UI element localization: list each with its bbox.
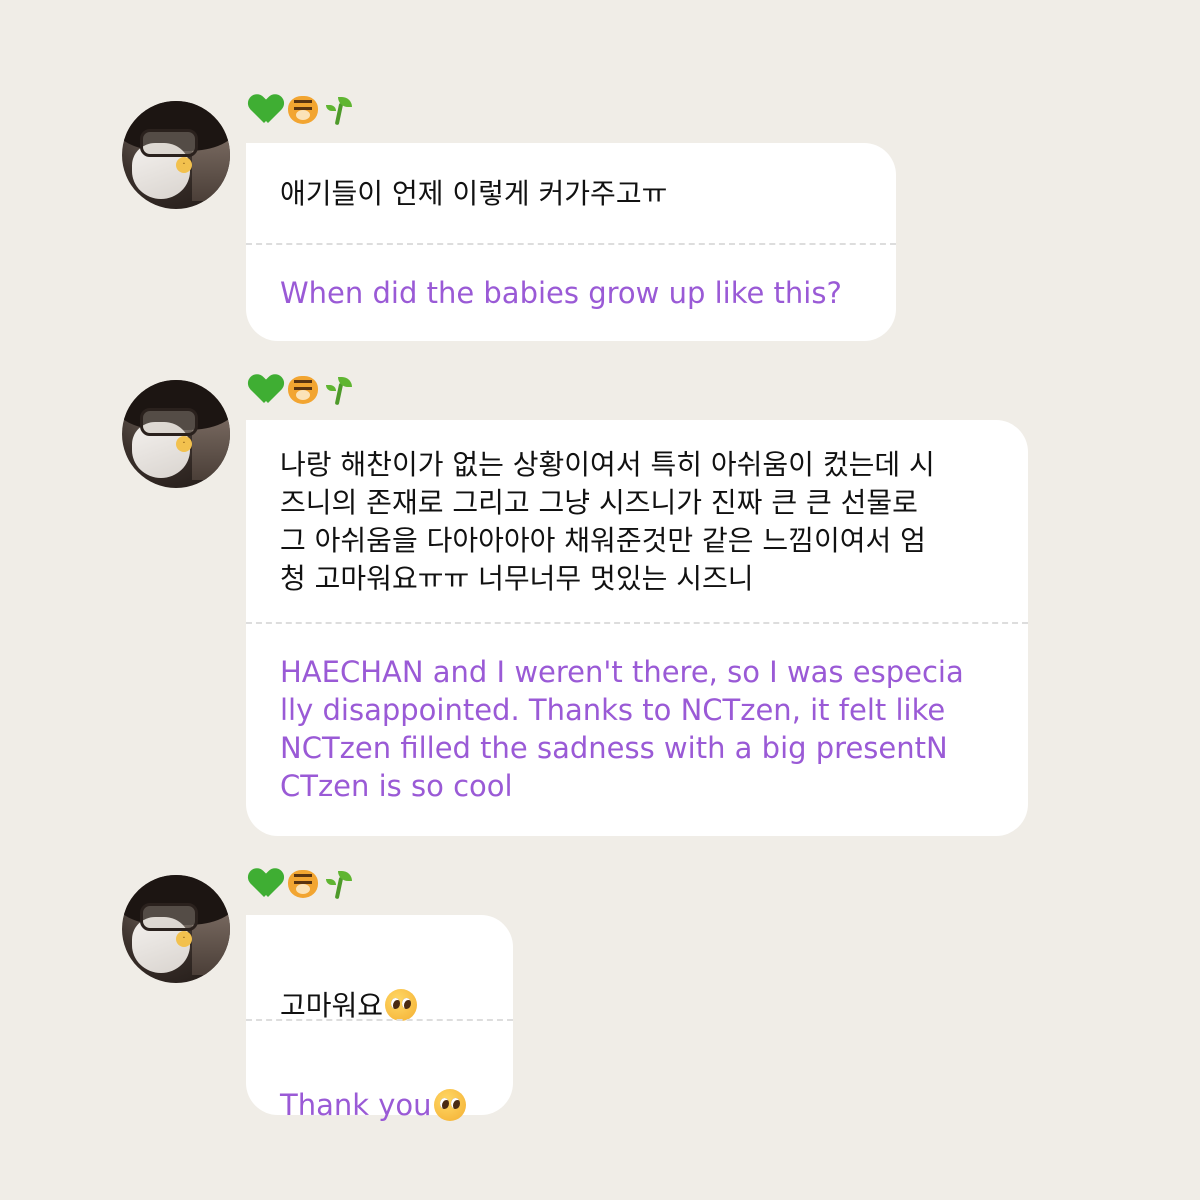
avatar[interactable]: · <box>122 101 230 209</box>
korean-text: 고마워요 <box>280 989 384 1022</box>
translation-text: Thank you <box>280 1088 432 1122</box>
pleading-face-icon <box>433 1089 466 1121</box>
seedling-icon <box>324 95 354 125</box>
korean-line: 고마워요 <box>280 949 483 1025</box>
divider <box>246 622 1028 624</box>
tiger-face-icon <box>288 96 318 124</box>
message-bubble: 고마워요 Thank you <box>246 915 513 1122</box>
reaction-emojis <box>250 88 354 132</box>
tiger-face-icon <box>288 870 318 898</box>
green-heart-icon <box>250 869 282 899</box>
avatar[interactable]: · <box>122 380 230 488</box>
avatar[interactable]: · <box>122 875 230 983</box>
korean-text: 나랑 해찬이가 없는 상황이여서 특히 아쉬움이 컸는데 시 즈니의 존재로 그… <box>280 448 935 595</box>
reaction-emojis <box>250 862 354 906</box>
seedling-icon <box>324 375 354 405</box>
tiger-face-icon <box>288 376 318 404</box>
translation-line: Thank you <box>280 1048 483 1124</box>
pleading-face-icon <box>385 989 418 1021</box>
translation-text: HAECHAN and I weren't there, so I was es… <box>280 655 964 803</box>
korean-text: 애기들이 언제 이렇게 커가주고ㅠ <box>280 177 668 210</box>
green-heart-icon <box>250 375 282 405</box>
message-bubble: 애기들이 언제 이렇게 커가주고ㅠ When did the babies gr… <box>246 143 896 341</box>
divider <box>246 243 896 245</box>
reaction-emojis <box>250 368 354 412</box>
green-heart-icon <box>250 95 282 125</box>
divider <box>246 1019 513 1021</box>
translation-text: When did the babies grow up like this? <box>280 276 842 310</box>
seedling-icon <box>324 869 354 899</box>
message-bubble: 나랑 해찬이가 없는 상황이여서 특히 아쉬움이 컸는데 시 즈니의 존재로 그… <box>246 420 1028 836</box>
